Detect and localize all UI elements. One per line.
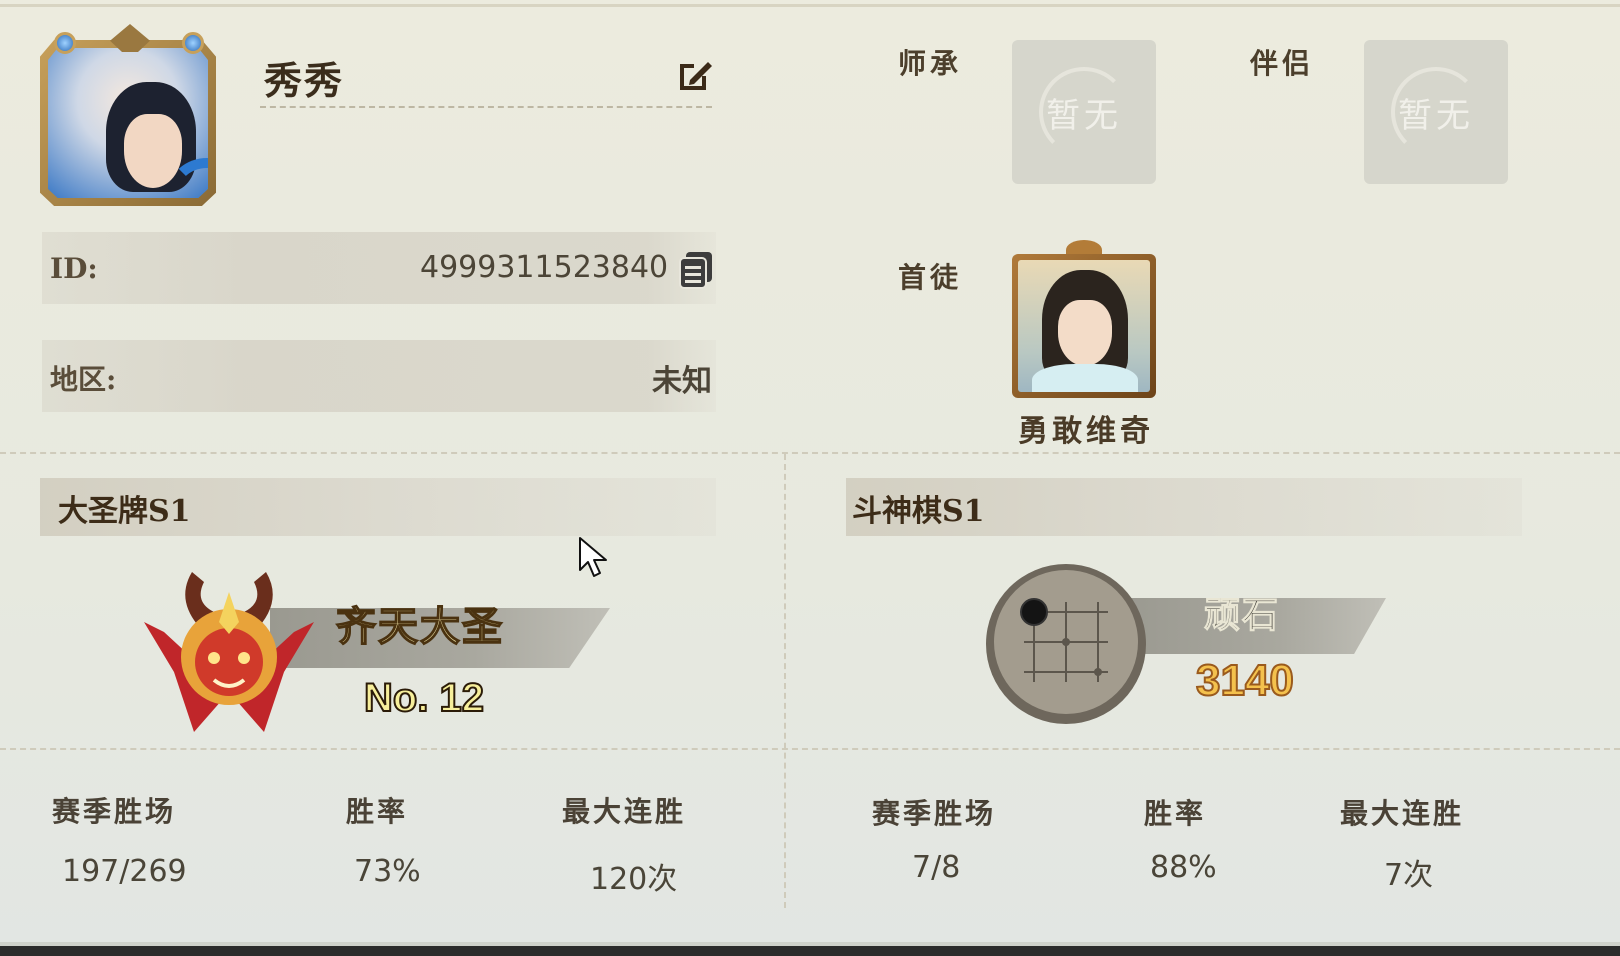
id-label: ID: bbox=[50, 252, 98, 285]
section-divider bbox=[0, 452, 1620, 454]
doushen-wins-value: 7/8 bbox=[912, 850, 961, 885]
doushen-wins-label: 赛季胜场 bbox=[872, 797, 997, 830]
player-avatar[interactable] bbox=[30, 22, 230, 208]
column-divider bbox=[784, 454, 786, 908]
partner-label: 伴侣 bbox=[1250, 47, 1315, 80]
doushen-winrate-value: 88% bbox=[1150, 850, 1217, 885]
edit-icon[interactable] bbox=[676, 56, 714, 94]
doushen-streak-value: 7次 bbox=[1384, 858, 1434, 893]
section-divider bbox=[0, 748, 1620, 750]
dasheng-streak-label: 最大连胜 bbox=[562, 795, 687, 828]
id-value: 4999311523840 bbox=[420, 250, 669, 285]
dasheng-winrate-label: 胜率 bbox=[346, 795, 409, 828]
doushen-rank-name: 顽石 bbox=[1203, 594, 1281, 637]
bottom-bar bbox=[0, 946, 1620, 956]
doushen-winrate-label: 胜率 bbox=[1144, 797, 1207, 830]
dasheng-winrate-value: 73% bbox=[354, 854, 421, 889]
gem-icon bbox=[54, 32, 76, 54]
doushen-title: 斗神棋S1 bbox=[852, 494, 985, 529]
mouse-cursor-icon bbox=[579, 537, 607, 577]
partner-slot[interactable]: 暂无 bbox=[1364, 40, 1508, 184]
doushen-score: 3140 bbox=[1195, 655, 1295, 706]
disciple-label: 首徒 bbox=[898, 261, 963, 294]
disciple-portrait bbox=[1018, 260, 1150, 392]
dasheng-wins-value: 197/269 bbox=[62, 854, 187, 889]
master-value: 暂无 bbox=[1046, 95, 1122, 136]
gem-icon bbox=[182, 32, 204, 54]
dasheng-streak-value: 120次 bbox=[590, 862, 678, 897]
player-name: 秀秀 bbox=[264, 58, 345, 103]
copy-icon[interactable] bbox=[678, 250, 714, 290]
region-label: 地区: bbox=[50, 363, 117, 396]
name-underline bbox=[260, 106, 712, 108]
avatar-portrait bbox=[48, 48, 208, 198]
master-label: 师承 bbox=[898, 47, 963, 80]
dasheng-title: 大圣牌S1 bbox=[58, 494, 191, 529]
master-slot[interactable]: 暂无 bbox=[1012, 40, 1156, 184]
doushen-streak-label: 最大连胜 bbox=[1340, 797, 1465, 830]
dasheng-rank-number: No. 12 bbox=[363, 675, 485, 721]
go-board-rank-icon bbox=[986, 564, 1146, 724]
region-value: 未知 bbox=[652, 364, 712, 399]
partner-value: 暂无 bbox=[1398, 95, 1474, 136]
dasheng-rank-name: 齐天大圣 bbox=[335, 602, 504, 651]
disciple-name: 勇敢维奇 bbox=[1018, 414, 1154, 449]
region-row bbox=[42, 340, 716, 412]
dasheng-wins-label: 赛季胜场 bbox=[52, 795, 177, 828]
monkey-king-rank-icon bbox=[144, 572, 314, 732]
top-divider bbox=[0, 4, 1620, 7]
